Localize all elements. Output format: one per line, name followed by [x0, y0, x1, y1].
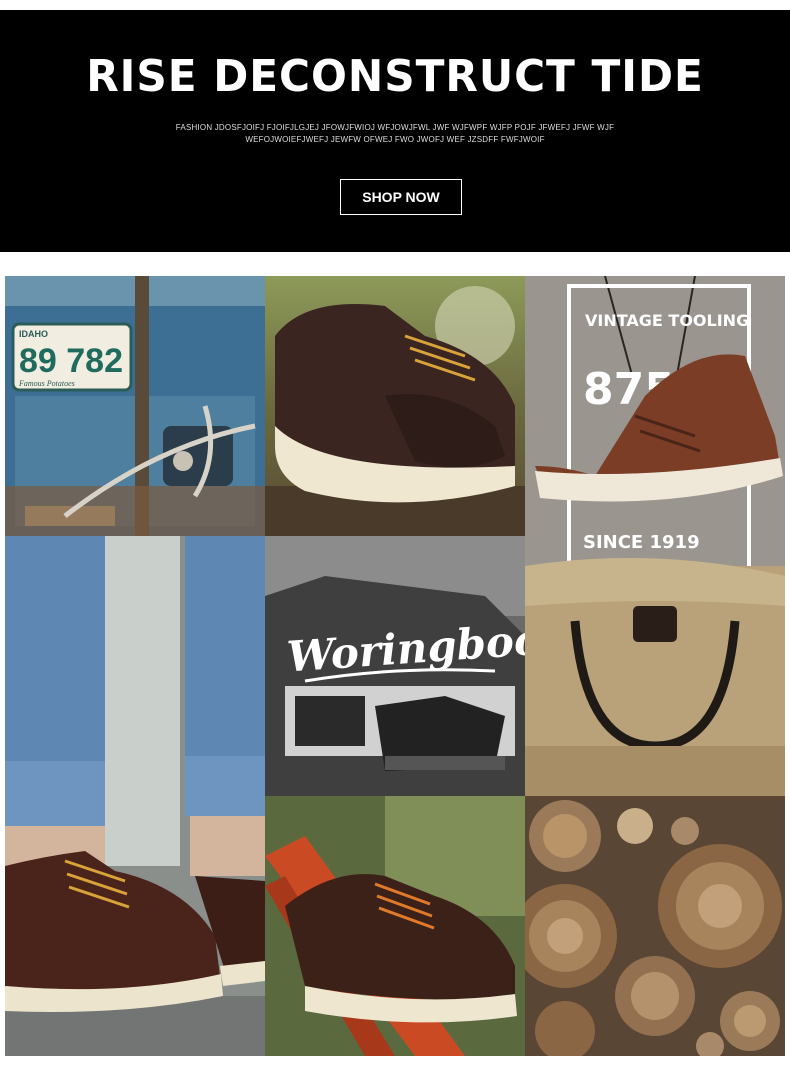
banner-subtitle-line-1: FASHION JDOSFJOIFJ FJOIFJLGJEJ JFOWJFWIO… [175, 123, 615, 132]
jeans-boots-photo[interactable] [5, 536, 265, 1056]
jeans-boots-graphic [5, 536, 265, 1056]
boot-rail-graphic [265, 796, 525, 1056]
woringboots-graphic: Woringboots [265, 536, 525, 796]
woringboots-logo-photo[interactable]: Woringboots [265, 536, 525, 796]
poster-since: SINCE 1919 [583, 532, 700, 553]
truck-license-plate-photo[interactable]: IDAHO 89 782 Famous Potatoes [5, 276, 265, 536]
vintage-tooling-poster-photo[interactable]: VINTAGE TOOLING 875 SINCE 1919 [525, 276, 785, 796]
boot-on-rail-photo[interactable] [265, 796, 525, 1056]
firewood-logs-photo[interactable] [525, 796, 785, 1056]
hero-banner: RISE DECONSTRUCT TIDE FASHION JDOSFJOIFJ… [0, 10, 790, 252]
photo-collage: IDAHO 89 782 Famous Potatoes VINTAGE TOO… [5, 276, 785, 1056]
vintage-poster-graphic: VINTAGE TOOLING 875 SINCE 1919 [525, 276, 785, 796]
banner-subtitle: FASHION JDOSFJOIFJ FJOIFJLGJEJ JFOWJFWIO… [150, 122, 640, 146]
boots-outdoor-photo[interactable] [265, 276, 525, 536]
plate-state: IDAHO [19, 329, 48, 339]
truck-photo-graphic: IDAHO 89 782 Famous Potatoes [5, 276, 265, 536]
plate-number: 89 782 [19, 342, 123, 380]
banner-title: RISE DECONSTRUCT TIDE [86, 51, 704, 102]
plate-caption: Famous Potatoes [18, 379, 75, 388]
banner-subtitle-line-2: WEFOJWOIEFJWEFJ JEWFW OFWEJ FWO JWOFJ WE… [245, 135, 545, 144]
shop-now-button[interactable]: SHOP NOW [340, 179, 462, 215]
boots-outdoor-graphic [265, 276, 525, 536]
firewood-graphic [525, 796, 785, 1056]
poster-heading: VINTAGE TOOLING [585, 311, 749, 330]
